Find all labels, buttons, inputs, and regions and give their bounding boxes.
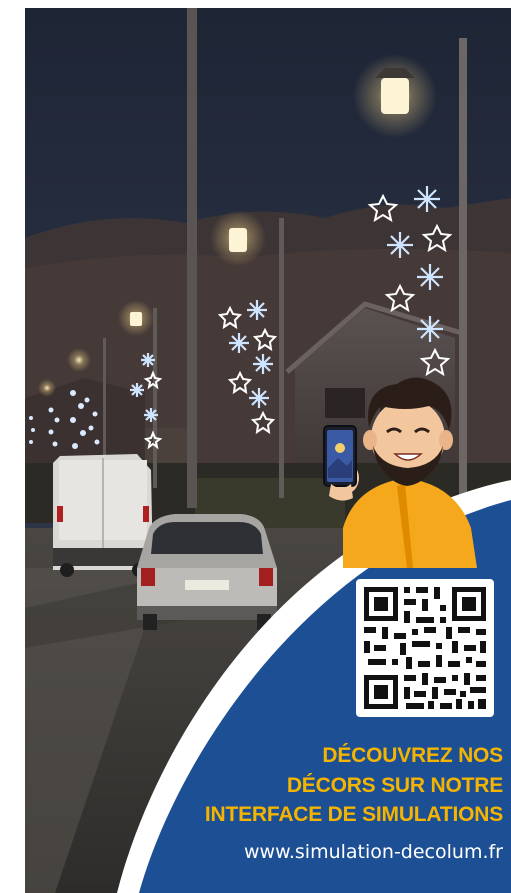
headline-line-2: DÉCORS SUR NOTRE: [286, 774, 503, 797]
qr-code-icon: [362, 585, 488, 711]
poster: DÉCOUVREZ NOS DÉCORS SUR NOTRE INTERFACE…: [25, 8, 511, 893]
website-url[interactable]: www.simulation-decolum.fr: [244, 841, 503, 863]
headline-line-3: INTERFACE DE SIMULATIONS: [204, 803, 503, 826]
headline-line-1: DÉCOUVREZ NOS: [322, 744, 503, 767]
qr-code[interactable]: [356, 579, 494, 717]
